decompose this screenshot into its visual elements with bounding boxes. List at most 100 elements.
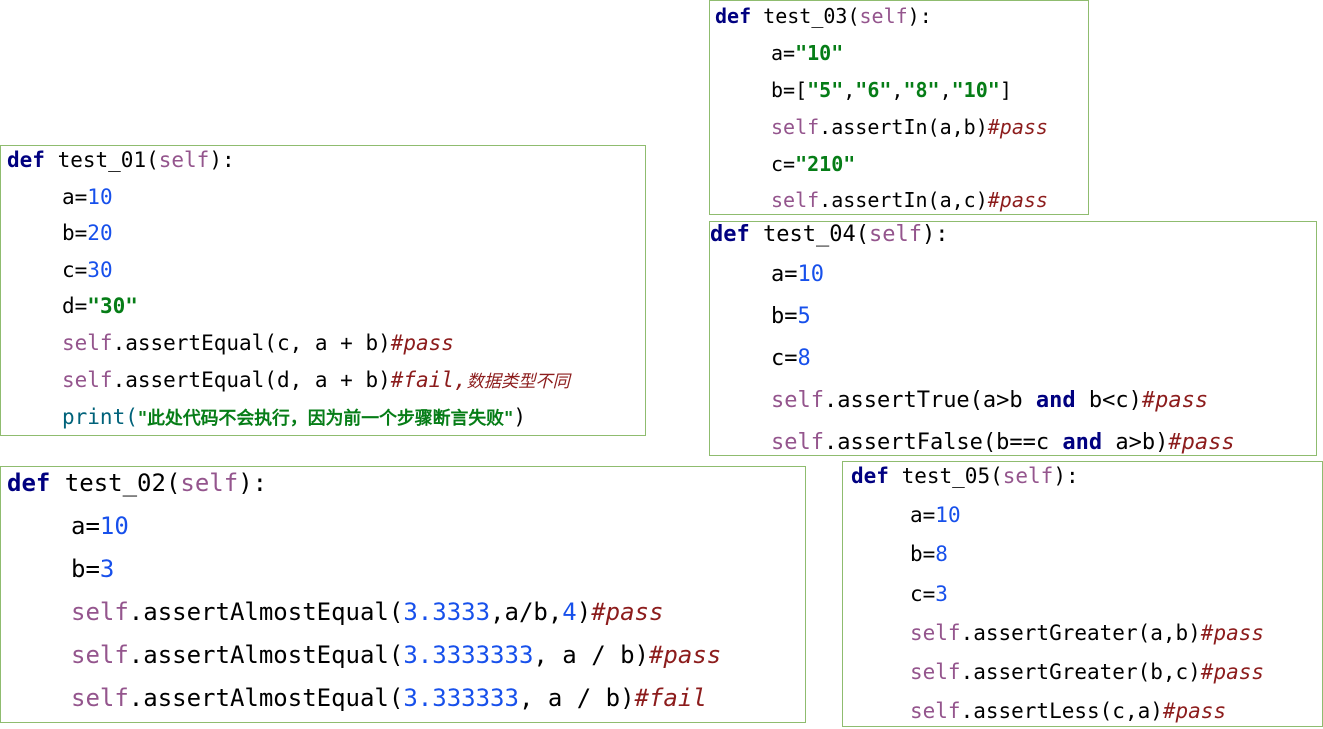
self-param: self: [859, 4, 908, 28]
close-paren: ):: [907, 4, 932, 28]
code-block-test-01: def test_01(self): a=10 b=20 c=30 d="30"…: [0, 145, 646, 436]
comment: #pass: [1141, 388, 1209, 413]
string-literal: "6": [855, 78, 892, 102]
function-name: test_04(: [749, 222, 869, 247]
number-literal: 3.3333: [403, 598, 491, 626]
method-call: .assertAlmostEqual(: [128, 641, 404, 669]
number-literal: 20: [87, 221, 113, 245]
method-call: .assertFalse(b==c: [823, 430, 1063, 455]
close-paren: ):: [238, 469, 268, 497]
comma: ,: [939, 78, 952, 102]
comment: #pass: [1168, 430, 1235, 455]
args: , a / b): [518, 684, 635, 712]
def-keyword: def: [715, 4, 752, 28]
def-line: def test_02(self):: [7, 469, 267, 497]
comment: #pass: [987, 115, 1048, 139]
comment: #fail,: [390, 368, 467, 392]
close-paren: ):: [209, 148, 235, 172]
code-block-test-04: def test_04(self): a=10 b=5 c=8 self.ass…: [709, 221, 1317, 456]
self-ref: self: [71, 641, 129, 669]
self-ref: self: [771, 188, 820, 212]
def-keyword: def: [710, 222, 750, 247]
string-literal: "此处代码不会执行，因为前一个步骤断言失败": [137, 408, 514, 429]
var-name: b=: [62, 221, 88, 245]
comment: #pass: [390, 331, 454, 355]
code-line-c: c=3: [910, 582, 948, 606]
code-line-almost-equal-1: self.assertAlmostEqual(3.3333,a/b,4)#pas…: [71, 598, 663, 626]
comment: #fail: [634, 684, 707, 712]
args: , a / b): [533, 641, 649, 669]
var-name: c=: [771, 346, 798, 371]
args: b<c): [1075, 388, 1142, 413]
self-ref: self: [771, 115, 820, 139]
comma: ,: [891, 78, 904, 102]
def-line: def test_05(self):: [851, 464, 1079, 488]
code-line-assert-true: self.assertTrue(a>b and b<c)#pass: [771, 388, 1208, 413]
method-call: .assertEqual(c, a + b): [112, 331, 391, 355]
var-name: b=[: [771, 78, 808, 102]
var-name: a=: [62, 185, 88, 209]
string-literal: "10": [795, 41, 844, 65]
code-line-d: d="30": [62, 294, 138, 318]
var-name: c=: [62, 258, 88, 282]
method-call: .assertLess(c,a): [960, 699, 1163, 723]
self-param: self: [158, 148, 210, 172]
def-keyword: def: [7, 469, 51, 497]
method-call: .assertIn(a,b): [819, 115, 988, 139]
code-line-a: a=10: [62, 185, 113, 209]
comment: #pass: [1200, 660, 1265, 684]
close-bracket: ]: [999, 78, 1012, 102]
def-line: def test_04(self):: [710, 222, 948, 247]
self-ref: self: [910, 621, 961, 645]
function-name: test_03(: [751, 4, 860, 28]
method-call: .assertIn(a,c): [819, 188, 988, 212]
code-line-b: b=["5","6","8","10"]: [771, 78, 1012, 102]
code-line-assert-equal-pass: self.assertEqual(c, a + b)#pass: [62, 331, 454, 355]
code-line-a: a=10: [910, 503, 961, 527]
comment: #pass: [1200, 621, 1265, 645]
code-block-test-05: def test_05(self): a=10 b=8 c=3 self.ass…: [842, 461, 1323, 727]
args: a>b): [1102, 430, 1169, 455]
comment: #pass: [1162, 699, 1227, 723]
number-literal: 30: [87, 258, 113, 282]
code-line-c: c=30: [62, 258, 113, 282]
code-line-assert-false: self.assertFalse(b==c and a>b)#pass: [771, 430, 1235, 455]
code-line-almost-equal-2: self.assertAlmostEqual(3.3333333, a / b)…: [71, 641, 721, 669]
method-call: .assertAlmostEqual(: [128, 684, 404, 712]
def-keyword: def: [851, 464, 889, 488]
var-name: a=: [71, 512, 100, 540]
number-literal: 10: [87, 185, 113, 209]
self-ref: self: [62, 368, 113, 392]
self-param: self: [180, 469, 239, 497]
string-literal: "10": [951, 78, 1000, 102]
method-call: .assertAlmostEqual(: [128, 598, 404, 626]
def-line: def test_01(self):: [7, 148, 235, 172]
code-line-b: b=20: [62, 221, 113, 245]
var-name: d=: [62, 294, 88, 318]
self-param: self: [1002, 464, 1054, 488]
function-name: test_02(: [50, 469, 181, 497]
comma: ,: [843, 78, 856, 102]
code-line-b: b=3: [71, 555, 114, 583]
number-literal: 10: [935, 503, 961, 527]
number-literal: 3.3333333: [403, 641, 534, 669]
code-line-b: b=8: [910, 542, 948, 566]
self-ref: self: [62, 331, 113, 355]
method-call: .assertGreater(a,b): [960, 621, 1201, 645]
number-literal: 10: [99, 512, 129, 540]
function-name: test_05(: [888, 464, 1003, 488]
number-literal: 8: [935, 542, 948, 566]
print-function: print(: [62, 405, 138, 429]
code-line-a: a="10": [771, 41, 843, 65]
var-name: a=: [910, 503, 936, 527]
code-line-assert-less: self.assertLess(c,a)#pass: [910, 699, 1226, 723]
code-line-c: c=8: [771, 346, 811, 371]
close-paren: ): [576, 598, 592, 626]
self-ref: self: [910, 660, 961, 684]
code-line-assert-greater-2: self.assertGreater(b,c)#pass: [910, 660, 1264, 684]
code-block-test-02: def test_02(self): a=10 b=3 self.assertA…: [0, 466, 806, 723]
code-line-assert-equal-fail: self.assertEqual(d, a + b)#fail,数据类型不同: [62, 367, 570, 392]
self-ref: self: [771, 430, 824, 455]
string-literal: "210": [795, 152, 856, 176]
self-ref: self: [71, 598, 129, 626]
